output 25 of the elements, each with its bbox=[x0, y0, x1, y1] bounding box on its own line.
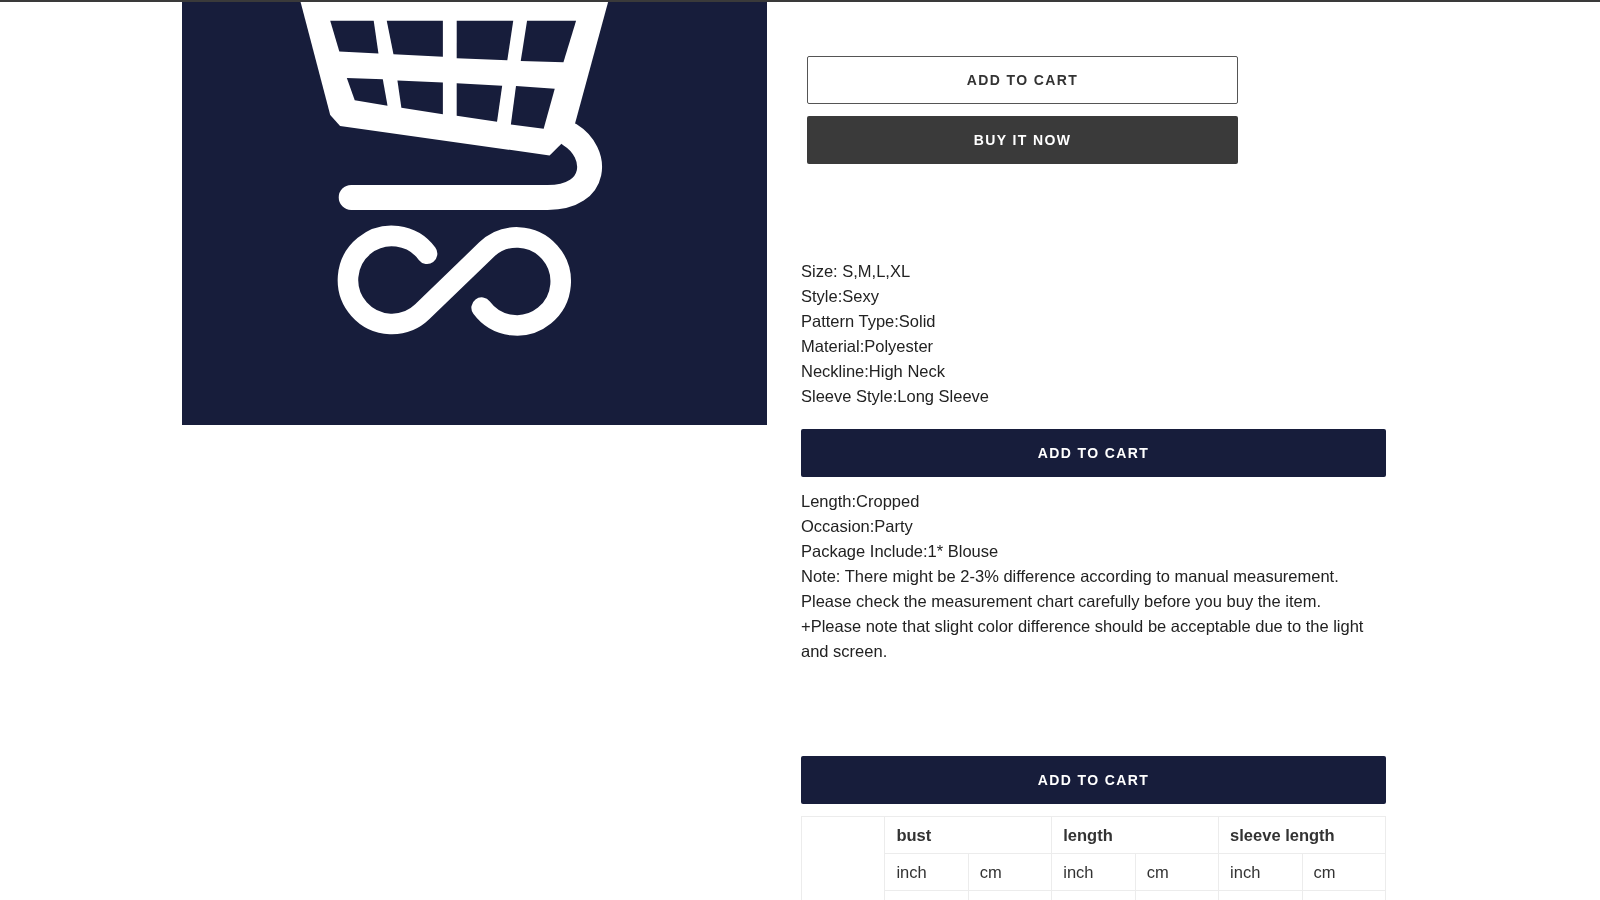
column-header: sleeve length bbox=[1218, 816, 1386, 854]
note-text: +Please note that slight color difference should be acceptable due to the light and screen. bbox=[801, 616, 1365, 662]
note-text: Occasion:Party bbox=[801, 516, 914, 537]
add-to-cart-button[interactable]: ADD TO CART bbox=[801, 429, 1386, 477]
note-text: Note: There might be 2-3% difference according to manual measurement. bbox=[801, 566, 1340, 587]
column-header: bust bbox=[884, 816, 1052, 854]
column-header: length bbox=[1051, 816, 1219, 854]
note-text: Please check the measurement chart carefully before you buy the item. bbox=[801, 591, 1323, 612]
note-text: Package Include:1* Blouse bbox=[801, 541, 1000, 562]
table-cell: inch bbox=[1051, 853, 1136, 891]
buy-now-button[interactable]: BUY IT NOW bbox=[807, 116, 1238, 164]
table-cell: cm bbox=[968, 853, 1052, 891]
spec-text: Sleeve Style:Long Sleeve bbox=[801, 386, 991, 407]
table-cell: inch bbox=[1218, 853, 1303, 891]
spec-text: Pattern Type:Solid bbox=[801, 311, 937, 332]
spec-text: Style:Sexy bbox=[801, 286, 880, 307]
table-cell: cm bbox=[1135, 853, 1219, 891]
spec-text: Neckline:High Neck bbox=[801, 361, 946, 382]
spec-text: Size: S,M,L,XL bbox=[801, 261, 912, 282]
add-to-cart-button[interactable]: ADD TO CART bbox=[807, 56, 1238, 104]
spec-text: Material:Polyester bbox=[801, 336, 935, 357]
add-to-cart-button[interactable]: ADD TO CART bbox=[801, 756, 1386, 804]
table-cell: cm bbox=[1302, 853, 1386, 891]
table-cell: inch bbox=[884, 853, 969, 891]
note-text: Length:Cropped bbox=[801, 491, 921, 512]
